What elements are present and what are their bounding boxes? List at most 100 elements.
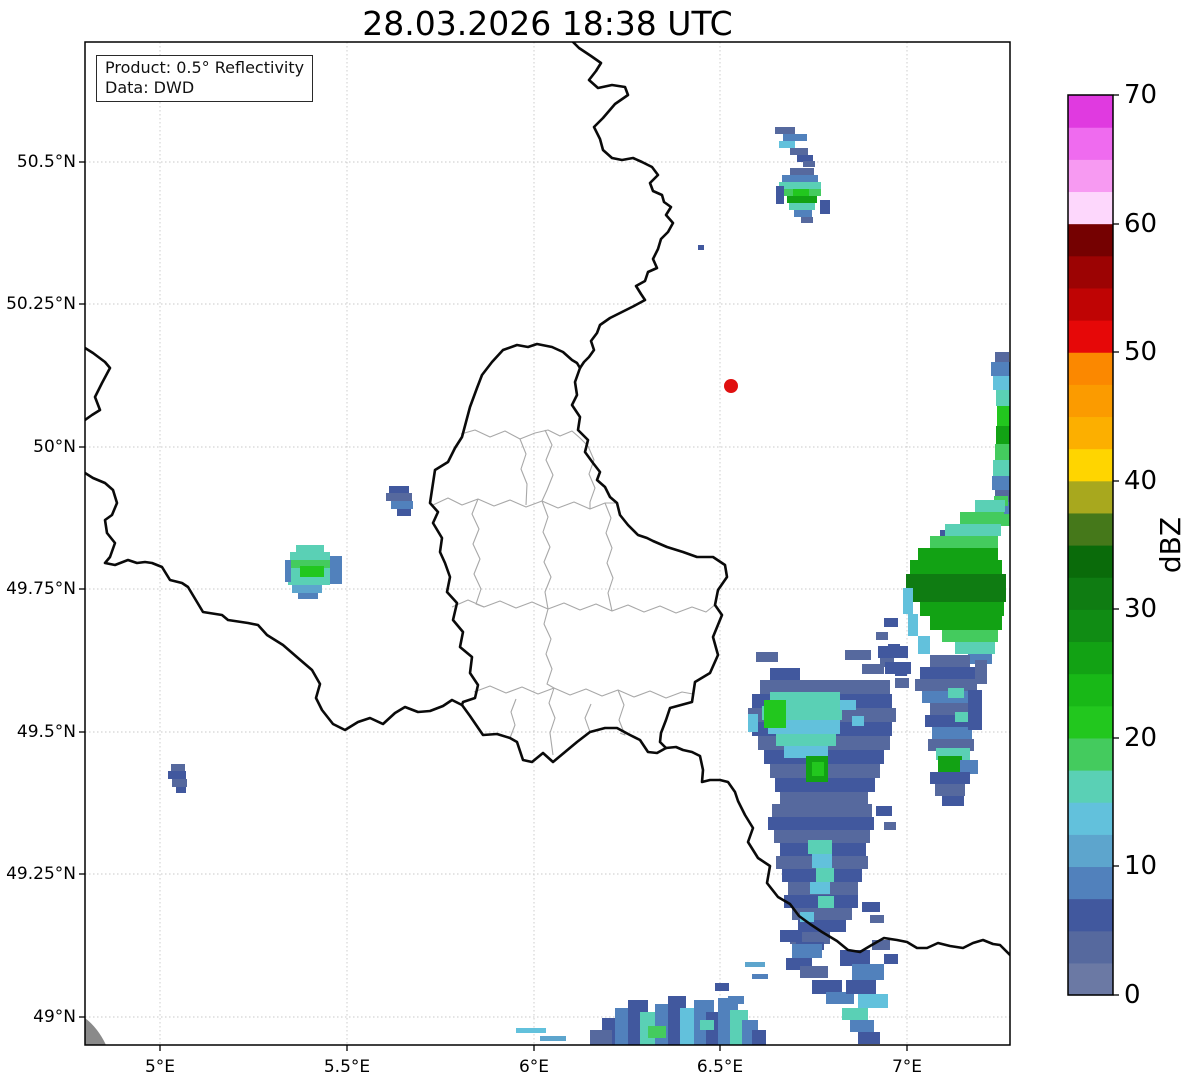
country-border-lu-be (428, 342, 582, 707)
radar-cell (698, 245, 704, 250)
radar-figure: 28.03.2026 18:38 UTC 50.5°N 50.25°N 50°N 49… (0, 0, 1202, 1081)
colorbar-segment (1068, 930, 1113, 964)
radar-cell (775, 127, 795, 134)
radar-cell (783, 134, 807, 141)
radar-cell (290, 552, 330, 560)
radar-cell (996, 390, 1010, 406)
colorbar-segment (1068, 223, 1113, 257)
radar-cell (752, 1030, 766, 1045)
x-tick-label: 6°E (519, 1057, 549, 1077)
y-tick-label: 49.75°N (6, 579, 76, 599)
colorbar: 0 10 20 30 40 50 60 70 dBZ (1067, 80, 1187, 1010)
radar-cell (842, 1008, 868, 1020)
radar-cell (930, 655, 970, 667)
colorbar-segment (1068, 255, 1113, 289)
y-tick-label: 49.5°N (17, 722, 76, 742)
radar-cell (862, 902, 880, 912)
radar-cell (942, 796, 964, 806)
product-annotation-box: Product: 0.5° Reflectivity Data: DWD (96, 55, 314, 102)
radar-cell (752, 974, 768, 979)
radar-cell (955, 642, 995, 654)
country-border-lu-fr (460, 703, 668, 764)
colorbar-axis-label: dBZ (1154, 517, 1187, 573)
radar-cell (789, 203, 815, 210)
radar-cell (818, 896, 834, 908)
colorbar-segment (1068, 416, 1113, 450)
colorbar-segment (1068, 320, 1113, 353)
radar-cell (172, 779, 187, 787)
radar-cell (168, 771, 186, 779)
x-tick-label: 5°E (145, 1057, 175, 1077)
colorbar-tick-label: 40 (1124, 466, 1157, 496)
canton-border (584, 703, 592, 733)
radar-cell (787, 196, 817, 203)
radar-cell (945, 524, 1001, 536)
radar-cell (292, 585, 322, 593)
radar-cell (776, 186, 784, 204)
radar-cell (176, 787, 186, 793)
radar-cell (975, 500, 1005, 512)
radar-cell (810, 882, 830, 894)
radar-cell (968, 690, 982, 730)
radar-cell (922, 691, 972, 703)
radar-cell (389, 486, 409, 493)
range-edge-wedge (85, 1018, 106, 1045)
radar-cell (801, 217, 813, 223)
radar-cell (772, 804, 872, 817)
canton-border (460, 429, 589, 447)
x-tick-label: 5.5°E (324, 1057, 370, 1077)
radar-cell (779, 182, 821, 189)
radar-cell (995, 444, 1010, 460)
product-label: Product: 0.5° Reflectivity (105, 58, 305, 77)
radar-cell (858, 1032, 880, 1044)
radar-cell (920, 667, 975, 679)
radar-cell (845, 650, 871, 660)
canton-border (451, 599, 717, 614)
radar-cell (540, 1036, 566, 1041)
radar-cell (800, 966, 828, 978)
canton-border (519, 438, 528, 506)
colorbar-tick-label: 0 (1124, 980, 1141, 1010)
radar-cell (858, 994, 888, 1008)
radar-cell (996, 426, 1010, 444)
radar-cell (748, 714, 758, 732)
colorbar-segment (1068, 95, 1113, 128)
colorbar-tick-label: 60 (1124, 209, 1157, 239)
radar-cell (955, 712, 969, 722)
radar-cell (803, 161, 815, 167)
colorbar-segment (1068, 641, 1113, 675)
grid-layer (85, 42, 1010, 1045)
radar-cell (840, 700, 856, 710)
colorbar-segment (1068, 127, 1113, 160)
radar-cell (808, 840, 832, 854)
colorbar-segment (1068, 962, 1113, 996)
radar-cell (878, 646, 908, 658)
radar-cell (992, 476, 1010, 490)
radar-cell (715, 983, 729, 991)
radar-cell (903, 588, 913, 614)
canton-border (432, 497, 617, 510)
radar-cell (397, 509, 411, 516)
colorbar-segment (1068, 898, 1113, 932)
data-source-label: Data: DWD (105, 78, 195, 97)
radar-cell (590, 1030, 612, 1045)
radar-cell (876, 806, 892, 816)
radar-cell (782, 175, 818, 182)
colorbar-segment (1068, 191, 1113, 225)
colorbar-tick-label: 20 (1124, 723, 1157, 753)
canton-border (473, 685, 694, 699)
radar-cell (918, 636, 930, 654)
colorbar-tick-label: 50 (1124, 337, 1157, 367)
radar-cell (285, 560, 291, 582)
radar-cell (885, 662, 911, 674)
radar-cell (760, 680, 890, 694)
radar-cell (918, 548, 998, 560)
radar-cell (906, 574, 1006, 588)
radar-cell (993, 460, 1010, 476)
map-svg: 50.5°N 50.25°N 50°N 49.75°N 49.5°N 49.25°N 49°… (6, 41, 1187, 1077)
colorbar-segment (1068, 770, 1113, 803)
radar-cell (852, 964, 884, 980)
colorbar-segment (1068, 866, 1113, 900)
radar-cell (991, 362, 1010, 376)
colorbar-segment (1068, 577, 1113, 610)
